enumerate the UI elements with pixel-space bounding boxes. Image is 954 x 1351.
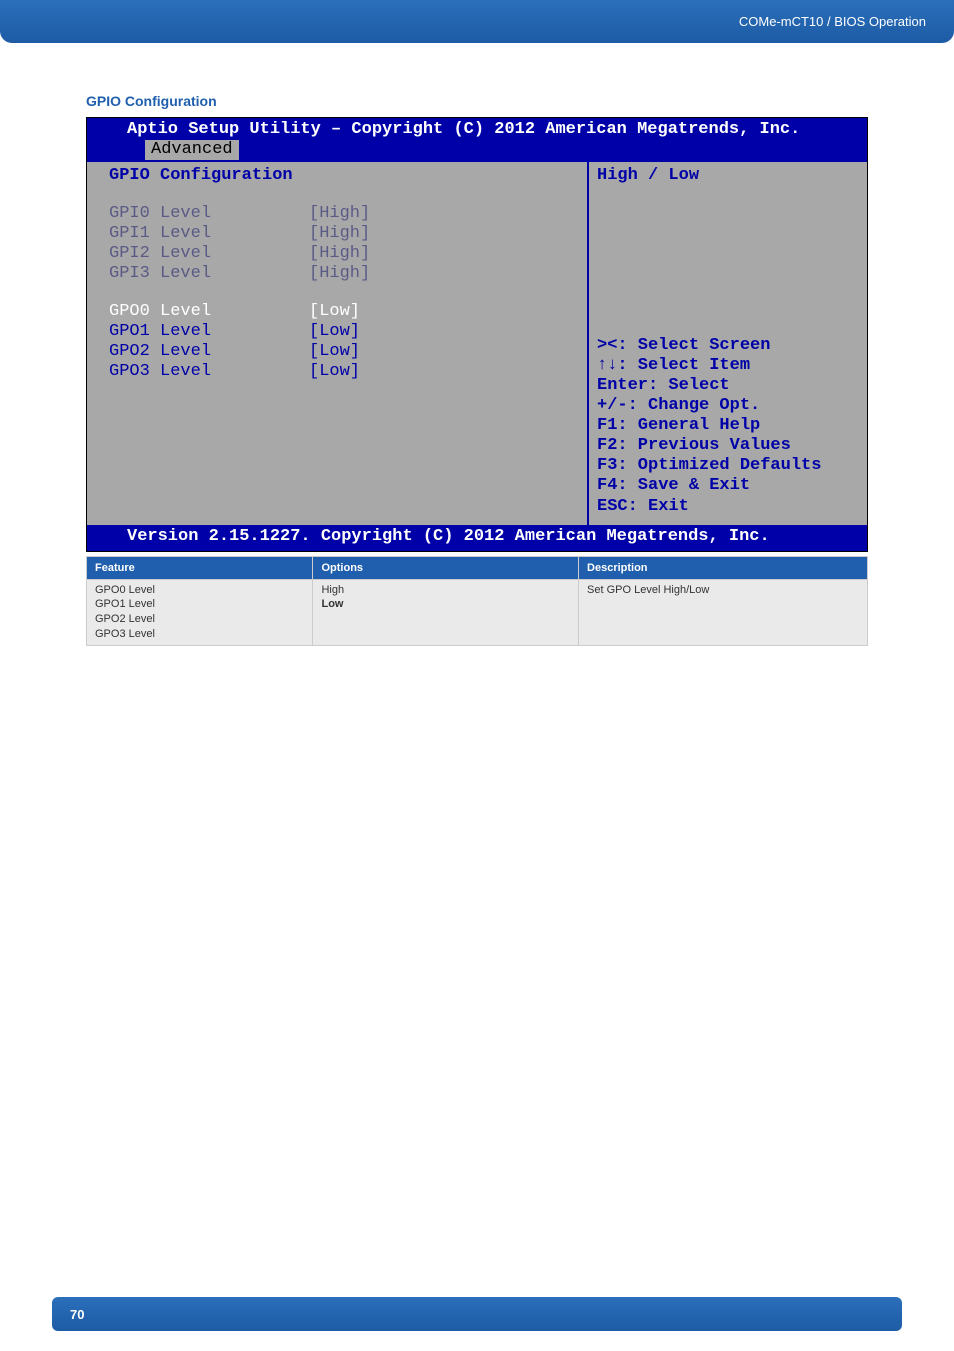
gpo1-level-label: GPO1 Level <box>109 322 309 342</box>
gpi3-level-value: [High] <box>309 264 370 284</box>
cell-description: Set GPO Level High/Low <box>579 579 868 645</box>
th-options: Options <box>313 556 579 579</box>
options-line-1: High <box>321 583 570 598</box>
th-description: Description <box>579 556 868 579</box>
table-row: GPO0 Level GPO1 Level GPO2 Level GPO3 Le… <box>87 579 868 645</box>
gpi0-level-row: GPI0 Level [High] <box>109 204 579 224</box>
bios-page-heading: GPIO Configuration <box>109 166 579 186</box>
feature-line-4: GPO3 Level <box>95 627 304 642</box>
gpi0-level-label: GPI0 Level <box>109 204 309 224</box>
spacer <box>109 284 579 302</box>
gpo3-level-label: GPO3 Level <box>109 362 309 382</box>
gpi1-level-value: [High] <box>309 224 370 244</box>
key-select-item: ↑↓: Select Item <box>597 356 859 376</box>
page-header-bar: COMe-mCT10 / BIOS Operation <box>0 0 954 43</box>
key-esc-exit: ESC: Exit <box>597 497 859 517</box>
gpi2-level-row: GPI2 Level [High] <box>109 244 579 264</box>
gpi2-level-value: [High] <box>309 244 370 264</box>
bios-title: Aptio Setup Utility – Copyright (C) 2012… <box>87 118 867 140</box>
gpo0-level-row[interactable]: GPO0 Level [Low] <box>109 302 579 322</box>
bios-tab-row: Advanced <box>87 140 867 160</box>
bios-main-area: GPIO Configuration GPI0 Level [High] GPI… <box>87 160 867 524</box>
th-feature: Feature <box>87 556 313 579</box>
bios-left-pane: GPIO Configuration GPI0 Level [High] GPI… <box>87 162 587 524</box>
item-help-text: High / Low <box>597 166 859 186</box>
gpo1-level-value: [Low] <box>309 322 360 342</box>
gpo3-level-row[interactable]: GPO3 Level [Low] <box>109 362 579 382</box>
key-select-screen: ><: Select Screen <box>597 336 859 356</box>
feature-line-2: GPO1 Level <box>95 597 304 612</box>
help-keys-block: ><: Select Screen ↑↓: Select Item Enter:… <box>597 336 859 516</box>
feature-line-1: GPO0 Level <box>95 583 304 598</box>
tab-advanced[interactable]: Advanced <box>145 140 239 160</box>
cell-options: High Low <box>313 579 579 645</box>
key-enter-select: Enter: Select <box>597 376 859 396</box>
feature-line-3: GPO2 Level <box>95 612 304 627</box>
gpi3-level-row: GPI3 Level [High] <box>109 264 579 284</box>
page-number: 70 <box>70 1307 84 1322</box>
gpo2-level-label: GPO2 Level <box>109 342 309 362</box>
breadcrumb: COMe-mCT10 / BIOS Operation <box>739 14 926 29</box>
bios-version-footer: Version 2.15.1227. Copyright (C) 2012 Am… <box>87 525 867 551</box>
bios-right-pane: High / Low ><: Select Screen ↑↓: Select … <box>587 162 867 524</box>
gpo2-level-row[interactable]: GPO2 Level [Low] <box>109 342 579 362</box>
gpo0-level-value: [Low] <box>309 302 360 322</box>
options-line-2: Low <box>321 597 570 612</box>
key-general-help: F1: General Help <box>597 416 859 436</box>
gpi0-level-value: [High] <box>309 204 370 224</box>
section-title: GPIO Configuration <box>86 93 868 109</box>
key-previous-values: F2: Previous Values <box>597 436 859 456</box>
gpi2-level-label: GPI2 Level <box>109 244 309 264</box>
gpo0-level-label: GPO0 Level <box>109 302 309 322</box>
cell-feature: GPO0 Level GPO1 Level GPO2 Level GPO3 Le… <box>87 579 313 645</box>
page-footer-bar: 70 <box>52 1297 902 1331</box>
key-optimized-defaults: F3: Optimized Defaults <box>597 456 859 476</box>
key-change-opt: +/-: Change Opt. <box>597 396 859 416</box>
table-header-row: Feature Options Description <box>87 556 868 579</box>
key-save-exit: F4: Save & Exit <box>597 476 859 496</box>
gpo3-level-value: [Low] <box>309 362 360 382</box>
gpi1-level-row: GPI1 Level [High] <box>109 224 579 244</box>
gpo2-level-value: [Low] <box>309 342 360 362</box>
page-content: GPIO Configuration Aptio Setup Utility –… <box>0 43 954 646</box>
gpi3-level-label: GPI3 Level <box>109 264 309 284</box>
bios-screenshot: Aptio Setup Utility – Copyright (C) 2012… <box>86 117 868 552</box>
gpo1-level-row[interactable]: GPO1 Level [Low] <box>109 322 579 342</box>
gpi1-level-label: GPI1 Level <box>109 224 309 244</box>
feature-table: Feature Options Description GPO0 Level G… <box>86 556 868 646</box>
